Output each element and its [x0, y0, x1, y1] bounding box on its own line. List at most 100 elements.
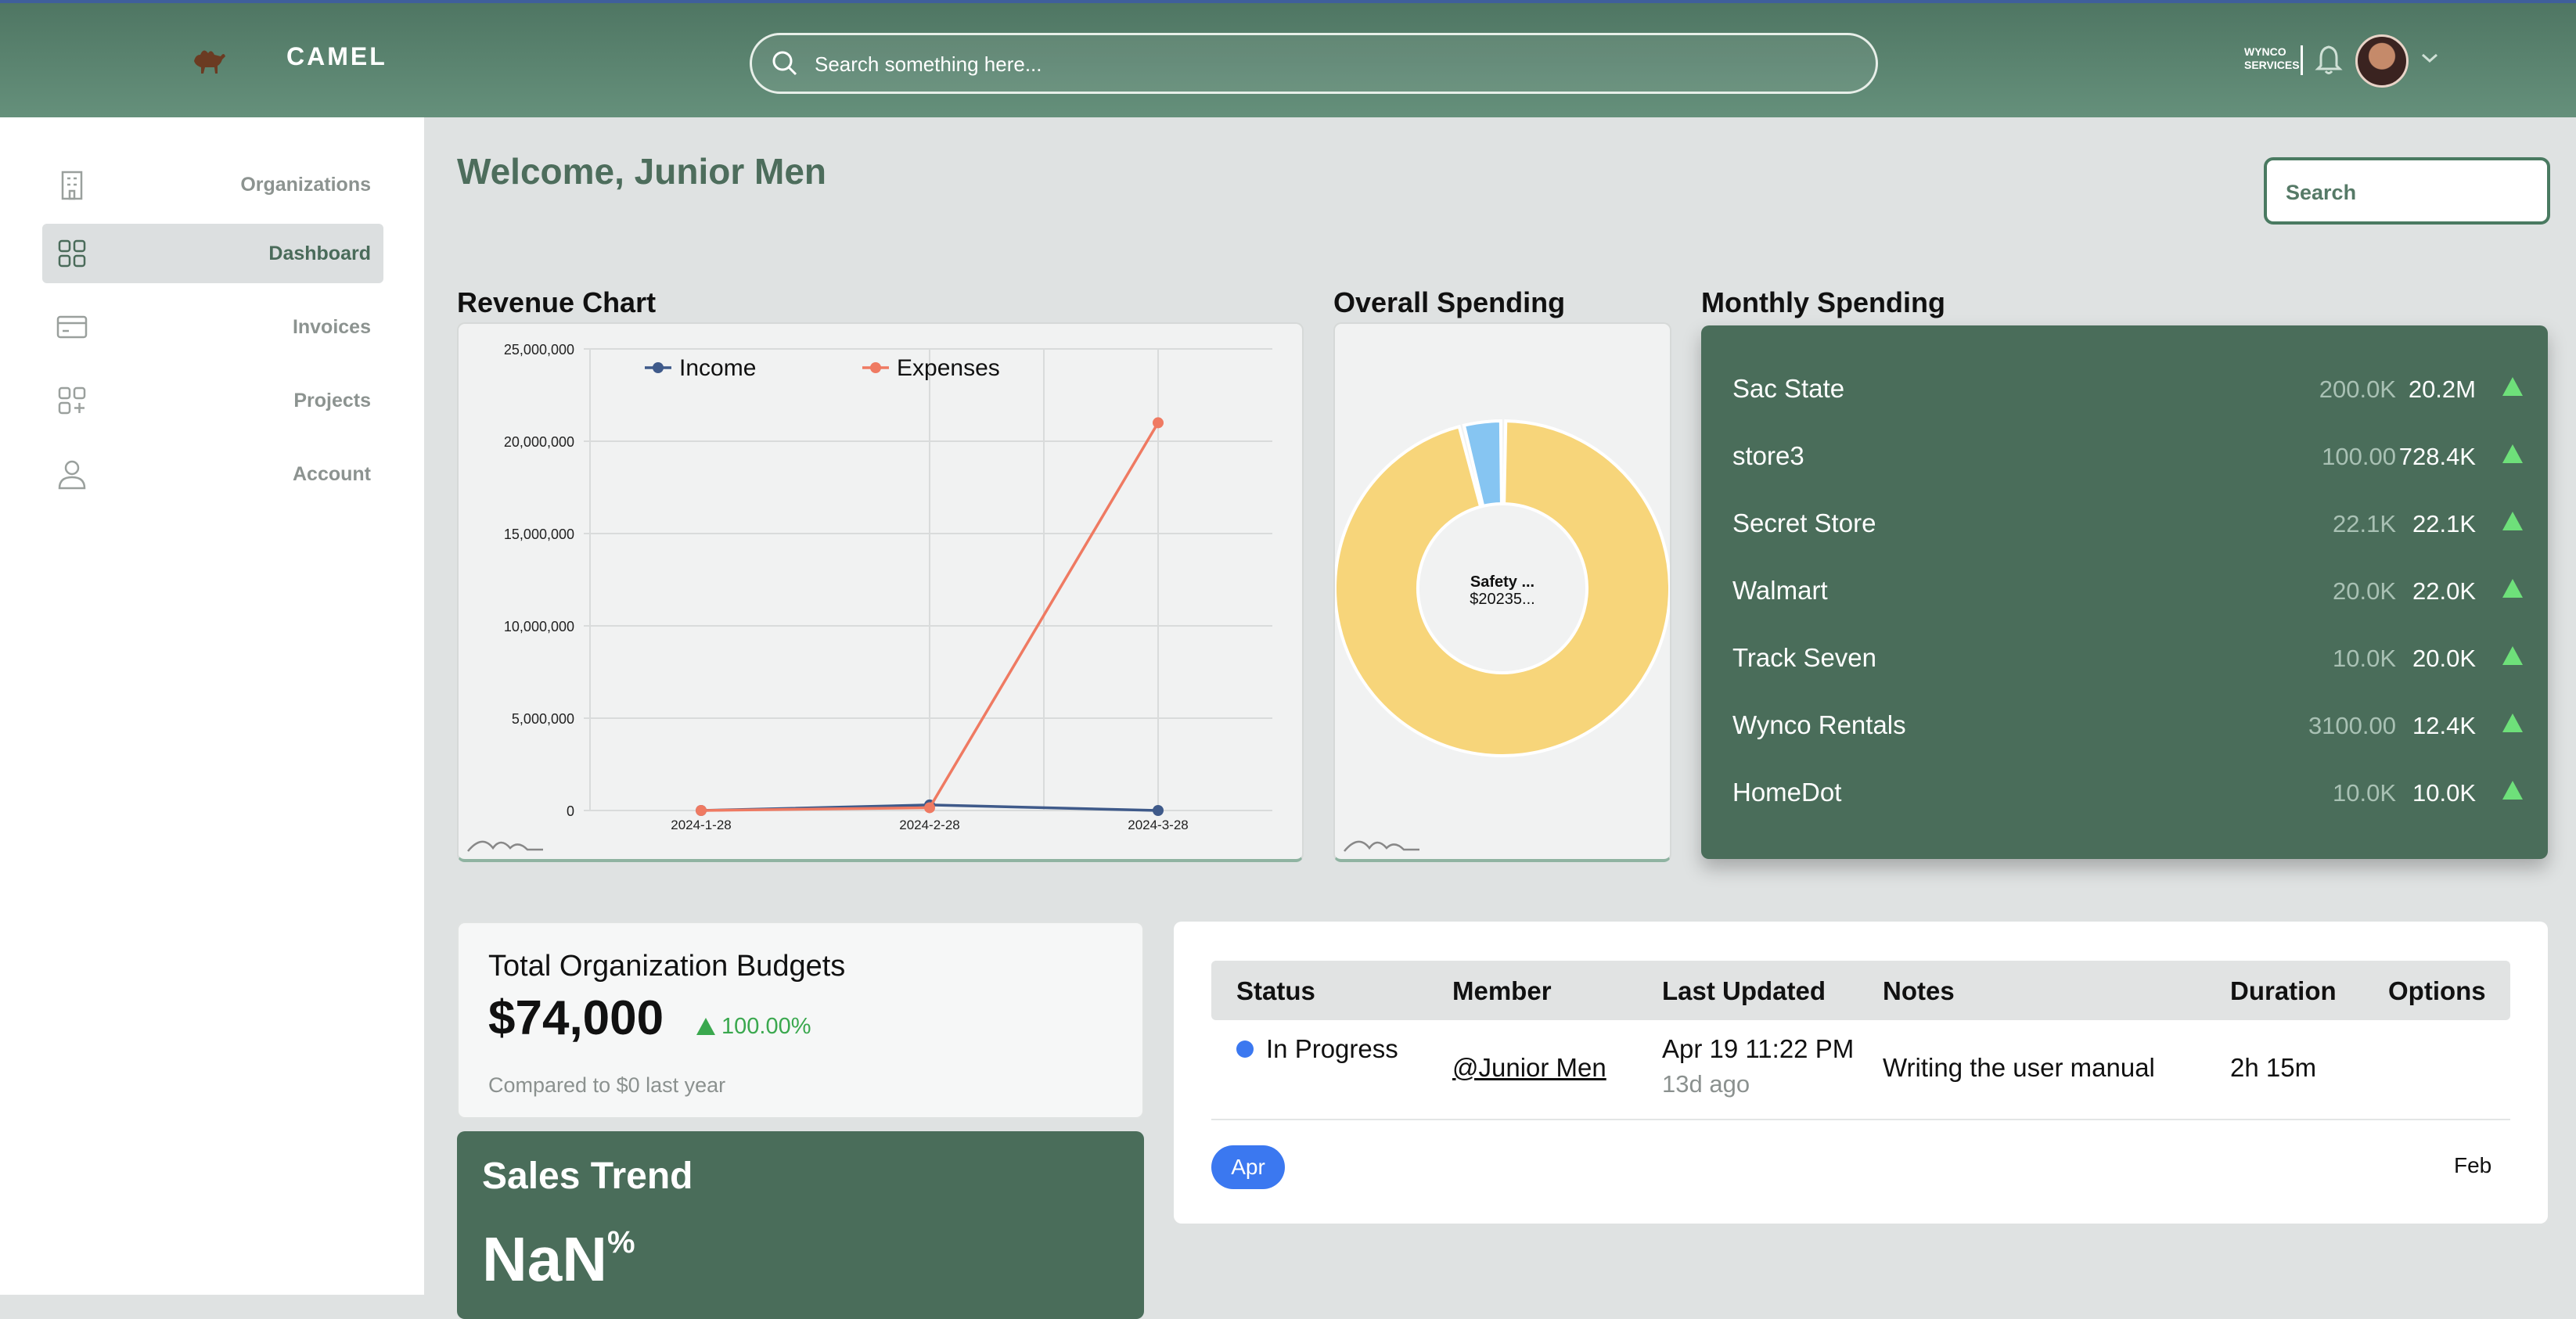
spending-row[interactable]: Walmart 20.0K 22.0K [1732, 571, 2523, 610]
last-updated: Apr 19 11:22 PM [1662, 1034, 1855, 1063]
up-arrow-icon [2502, 512, 2523, 530]
add-grid-icon [58, 386, 86, 415]
status-text: In Progress [1266, 1034, 1398, 1063]
sidebar-item-label: Projects [293, 390, 371, 412]
previous-amount: 10.0K [2332, 779, 2396, 807]
sidebar-item-projects[interactable]: Projects [42, 371, 383, 430]
overall-spending-title: Overall Spending [1333, 286, 1566, 318]
brand-name[interactable]: CAMEL [286, 42, 387, 71]
column-header: Options [2388, 976, 2486, 1005]
spending-row[interactable]: Sac State 200.0K 20.2M [1732, 369, 2523, 408]
page-title: Welcome, Junior Men [457, 151, 827, 192]
previous-amount: 3100.00 [2308, 712, 2396, 739]
y-tick-label: 0 [567, 803, 574, 819]
monthly-spending-panel: Sac State 200.0K 20.2M store3 100.00 728… [1701, 325, 2548, 859]
y-tick-label: 25,000,000 [504, 342, 574, 358]
up-arrow-icon [2502, 713, 2523, 732]
x-tick-label: 2024-3-28 [1128, 818, 1189, 832]
sidebar-item-invoices[interactable]: Invoices [42, 297, 383, 357]
previous-amount: 10.0K [2332, 645, 2396, 672]
store-name: Walmart [1732, 576, 1828, 605]
notes-text: Writing the user manual [1883, 1053, 2155, 1082]
up-arrow-icon [2502, 444, 2523, 463]
sales-trend-title: Sales Trend [482, 1155, 693, 1197]
current-amount: 10.0K [2412, 779, 2476, 807]
up-arrow-icon [696, 1018, 715, 1035]
y-tick-label: 10,000,000 [504, 619, 574, 634]
spending-donut-chart: Safety ...$20235... [1333, 419, 1671, 757]
member-link[interactable]: @Junior Men [1452, 1053, 1606, 1083]
revenue-chart-card: 0 5,000,000 10,000,000 15,000,000 20,000,000… [457, 322, 1304, 862]
global-search-input[interactable]: Search something here... [750, 33, 1878, 94]
column-header: Member [1452, 976, 1552, 1005]
current-amount: 12.4K [2412, 712, 2476, 739]
sidebar-item-label: Dashboard [268, 243, 371, 264]
column-header: Last Updated [1662, 976, 1826, 1005]
y-tick-label: 15,000,000 [504, 527, 574, 542]
store-name: store3 [1732, 441, 1804, 470]
page-search-input[interactable]: Search [2264, 157, 2550, 225]
monthly-spending-title: Monthly Spending [1701, 286, 1945, 318]
tasks-table-card: Status Member Last Updated Notes Duratio… [1174, 922, 2548, 1224]
column-header: Duration [2230, 976, 2337, 1005]
duration-text: 2h 15m [2230, 1053, 2317, 1082]
building-icon [61, 171, 83, 200]
wave-logo-icon [467, 840, 543, 852]
donut-center-label: Safety ... [1470, 573, 1534, 591]
bell-icon[interactable] [2315, 44, 2343, 75]
table-header: Status Member Last Updated Notes Duratio… [1211, 961, 2510, 1020]
data-point [1153, 805, 1164, 816]
x-tick-label: 2024-1-28 [671, 818, 732, 832]
previous-amount: 200.0K [2319, 376, 2396, 403]
y-tick-label: 20,000,000 [504, 434, 574, 450]
spending-row[interactable]: Track Seven 10.0K 20.0K [1732, 638, 2523, 677]
search-icon [772, 51, 797, 76]
sidebar-item-label: Invoices [292, 316, 371, 338]
camel-logo-icon[interactable] [188, 38, 230, 80]
store-name: Wynco Rentals [1732, 710, 1906, 739]
user-avatar[interactable] [2355, 34, 2409, 88]
previous-amount: 100.00 [2322, 443, 2396, 470]
search-placeholder: Search [2286, 181, 2357, 204]
month-pill[interactable]: Feb [2454, 1153, 2491, 1178]
status-dot-icon [1236, 1040, 1254, 1058]
budget-value: $74,000 [488, 991, 664, 1045]
sidebar-item-label: Account [293, 463, 371, 485]
data-point [1153, 417, 1164, 429]
legend-label: Expenses [897, 355, 1000, 381]
budget-card: Total Organization Budgets $74,000 100.0… [457, 922, 1144, 1119]
org-logo: WYNCO SERVICES [2244, 45, 2303, 75]
current-amount: 20.0K [2412, 645, 2476, 672]
store-name: Sac State [1732, 374, 1845, 403]
store-name: Track Seven [1732, 643, 1877, 672]
sidebar-item-dashboard[interactable]: Dashboard [42, 224, 383, 283]
sidebar: Organizations Dashboard Invoices Project… [0, 117, 424, 1295]
y-tick-label: 5,000,000 [512, 711, 574, 727]
up-arrow-icon [2502, 579, 2523, 598]
chevron-down-icon[interactable] [2419, 50, 2440, 66]
sidebar-item-organizations[interactable]: Organizations [42, 155, 383, 214]
up-arrow-icon [2502, 781, 2523, 800]
column-header: Status [1236, 976, 1315, 1005]
data-point [924, 802, 935, 814]
previous-amount: 22.1K [2332, 510, 2396, 537]
store-name: Secret Store [1732, 509, 1876, 537]
spending-row[interactable]: Wynco Rentals 3100.00 12.4K [1732, 706, 2523, 745]
user-icon [58, 460, 86, 490]
store-name: HomeDot [1732, 778, 1842, 807]
donut-center-value: $20235... [1470, 591, 1534, 608]
spending-row[interactable]: Secret Store 22.1K 22.1K [1732, 504, 2523, 543]
budget-change-value: 100.00% [721, 1014, 811, 1039]
revenue-chart-title: Revenue Chart [457, 286, 657, 318]
spending-row[interactable]: store3 100.00 728.4K [1732, 437, 2523, 476]
spending-row[interactable]: HomeDot 10.0K 10.0K [1732, 773, 2523, 812]
sidebar-item-label: Organizations [240, 174, 371, 196]
current-amount: 22.0K [2412, 577, 2476, 605]
previous-amount: 20.0K [2332, 577, 2396, 605]
budget-change: 100.00% [696, 1014, 811, 1040]
sidebar-item-account[interactable]: Account [42, 444, 383, 504]
sales-trend-card: Sales Trend NaN % [457, 1131, 1144, 1319]
legend-marker [870, 362, 881, 373]
grid-icon [58, 239, 86, 268]
month-pill-active[interactable]: Apr [1211, 1145, 1285, 1189]
